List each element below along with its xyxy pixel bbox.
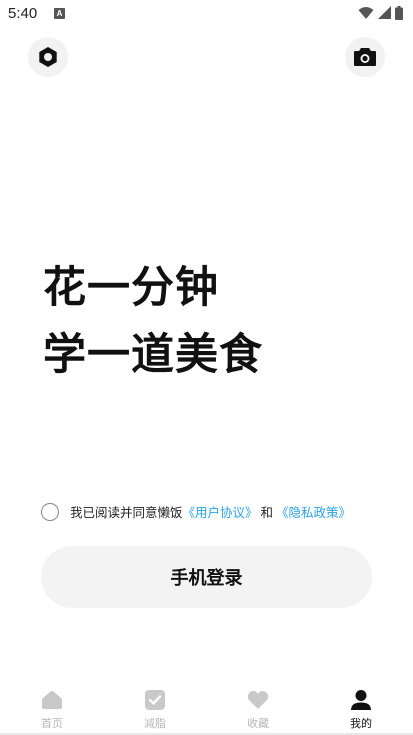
tab-home-label: 首页 xyxy=(41,717,63,730)
agreement-radio[interactable] xyxy=(41,502,59,521)
bottom-tab-bar: 首页 减脂 收藏 我的 xyxy=(0,680,413,735)
tab-me-label: 我的 xyxy=(350,717,372,730)
status-icons xyxy=(358,6,403,20)
agreement-row: 我已阅读并同意懒饭 《用户协议》 和 《隐私政策》 xyxy=(41,502,351,521)
signal-icon xyxy=(378,6,391,19)
camera-button[interactable] xyxy=(345,37,385,77)
user-agreement-link[interactable]: 《用户协议》 xyxy=(183,502,258,521)
person-icon xyxy=(349,688,373,712)
settings-icon xyxy=(39,47,57,67)
tab-home[interactable]: 首页 xyxy=(22,688,82,731)
agreement-text: 我已阅读并同意懒饭 xyxy=(70,505,183,520)
privacy-policy-link[interactable]: 《隐私政策》 xyxy=(276,502,351,521)
agreement-and-text: 和 xyxy=(260,505,274,520)
status-bar: 5:40 A xyxy=(0,0,413,28)
phone-login-button[interactable]: 手机登录 xyxy=(41,546,372,608)
shield-check-icon xyxy=(143,688,167,712)
tab-diet-label: 减脂 xyxy=(144,717,166,730)
home-icon xyxy=(40,688,64,712)
headline-line-2: 学一道美食 xyxy=(43,330,263,380)
headline-line-1: 花一分钟 xyxy=(43,263,219,313)
tab-favorites-label: 收藏 xyxy=(247,717,269,730)
wifi-icon xyxy=(358,7,374,19)
settings-button[interactable] xyxy=(28,37,68,77)
notification-a-icon: A xyxy=(54,8,65,19)
tab-me[interactable]: 我的 xyxy=(331,688,391,731)
tab-diet[interactable]: 减脂 xyxy=(125,688,185,731)
tab-favorites[interactable]: 收藏 xyxy=(228,688,288,731)
battery-icon xyxy=(395,6,403,20)
heart-icon xyxy=(246,688,270,712)
camera-icon xyxy=(354,48,376,66)
status-time: 5:40 xyxy=(8,5,38,22)
